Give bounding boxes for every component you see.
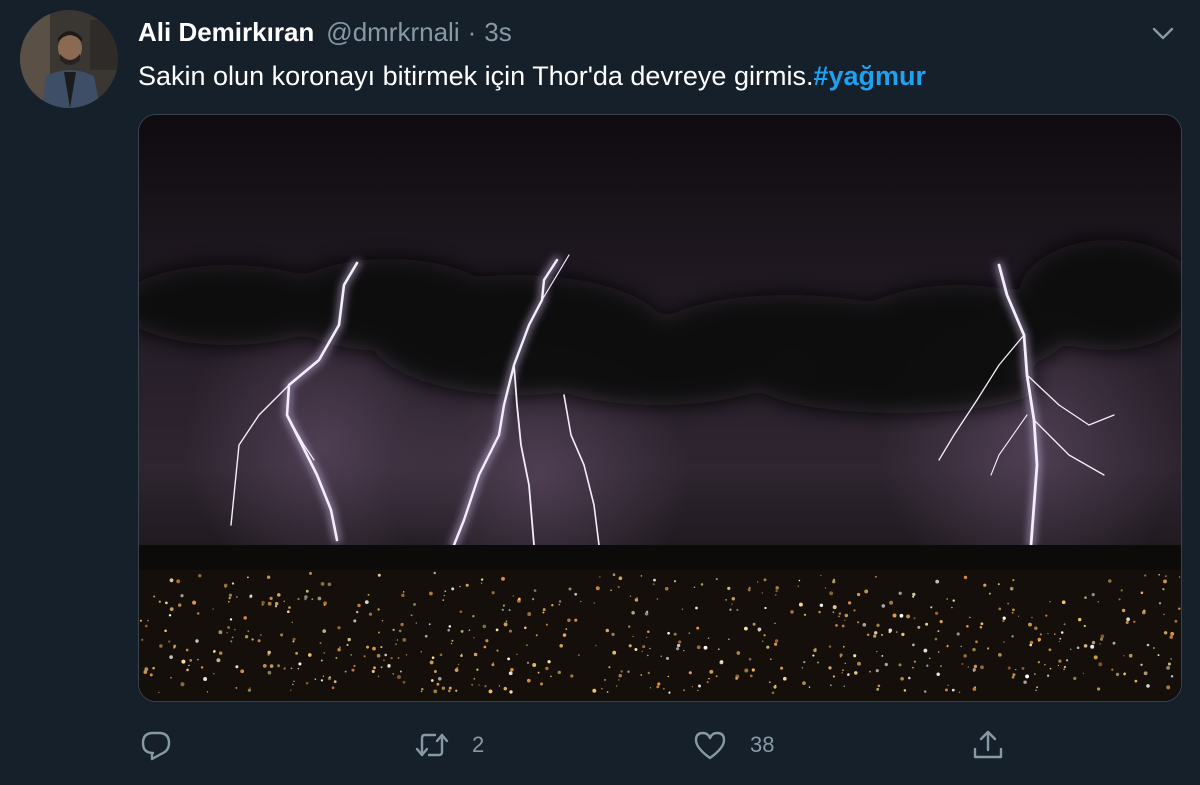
like-button[interactable]: 38 [692,722,774,768]
share-button[interactable] [970,722,1028,768]
lightning-photo [139,115,1181,701]
retweet-icon [415,733,449,757]
hashtag-link[interactable]: #yağmur [813,61,926,91]
retweet-count: 2 [472,732,485,757]
reply-button[interactable] [138,722,196,768]
author-handle[interactable]: @dmrkrnali [326,17,459,48]
tweet-body: Sakin olun koronayı bitirmek için Thor'd… [138,61,814,91]
tweet-actions: 2 38 [138,722,1180,768]
author-name[interactable]: Ali Demirkıran [138,17,314,48]
tweet-media[interactable] [138,114,1182,702]
share-icon [973,730,1003,759]
tweet[interactable]: Ali Demirkıran @dmrkrnali · 3s Sakin olu… [0,0,1200,785]
chevron-down-icon[interactable] [1148,18,1178,48]
tweet-timestamp[interactable]: 3s [484,17,511,48]
avatar-image [20,10,118,108]
separator-dot: · [467,16,477,47]
avatar[interactable] [20,10,118,108]
heart-icon [694,731,726,760]
like-count: 38 [750,732,775,757]
tweet-header: Ali Demirkıran @dmrkrnali · 3s [138,14,512,50]
retweet-button[interactable]: 2 [414,722,484,768]
reply-icon [141,731,171,761]
tweet-text: Sakin olun koronayı bitirmek için Thor'd… [138,56,926,96]
